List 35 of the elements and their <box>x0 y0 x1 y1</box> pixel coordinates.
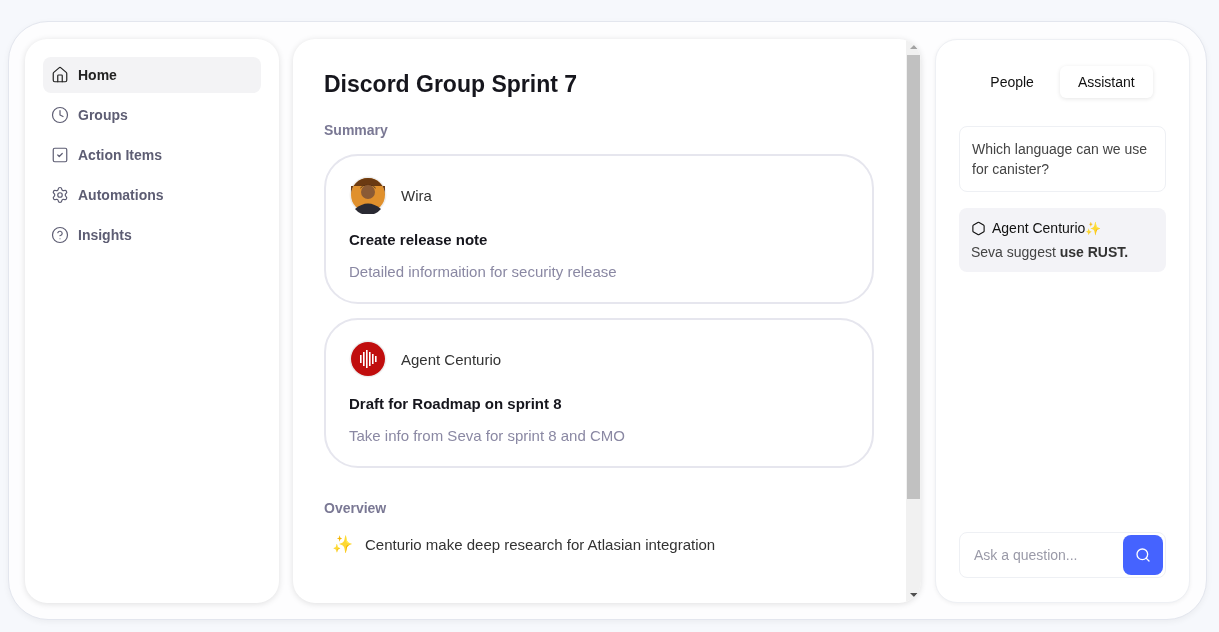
card-title: Draft for Roadmap on sprint 8 <box>349 395 563 412</box>
card-detail: Detailed informaition for security release <box>349 263 618 280</box>
search-icon <box>1135 547 1151 563</box>
sidebar-item[interactable]: Insights <box>43 217 261 253</box>
card-title: Create release note <box>349 231 489 248</box>
summary-card[interactable]: Agent Centurio Draft for Roadmap on sprint 8 Take info from Seva for sprint 8 and CMO <box>324 318 874 468</box>
summary-card[interactable]: Wira Create release note Detailed informaition for security release <box>324 154 874 304</box>
question-message: Which language can we use for canister? <box>959 126 1166 192</box>
card-detail: Take info from Seva for sprint 8 and CMO <box>349 427 626 444</box>
section-heading: Overview <box>324 500 388 516</box>
help-icon <box>51 226 69 244</box>
section-heading: Summary <box>324 122 389 138</box>
sidebar-item[interactable]: Groups <box>43 97 261 133</box>
tab[interactable]: Assistant <box>1059 66 1153 98</box>
checkbox-icon <box>51 146 69 164</box>
sidebar-item[interactable]: Automations <box>43 177 261 213</box>
settings-icon <box>51 186 69 204</box>
agent-logo-icon <box>349 340 387 378</box>
agent-name: Agent Centurio <box>992 220 1086 236</box>
sidebar-item[interactable]: Home <box>43 57 261 93</box>
hexagon-icon <box>971 220 986 236</box>
ask-bar[interactable]: Ask a question... <box>959 532 1166 578</box>
search-button[interactable] <box>1123 535 1163 575</box>
reply-text: Seva suggest use RUST. <box>971 244 1130 260</box>
sidebar-item[interactable]: Action Items <box>43 137 261 173</box>
tab[interactable]: People <box>972 66 1052 98</box>
author-name: Agent Centurio <box>401 350 502 368</box>
sparkle-icon: ✨ <box>332 534 353 555</box>
home-icon <box>51 66 69 84</box>
clock-icon <box>51 106 69 124</box>
author-name: Wira <box>401 186 432 204</box>
overview-item: Centurio make deep research for Atlasian integration <box>365 536 716 553</box>
sparkle-icon: ✨ <box>1085 220 1102 236</box>
page-title: Discord Group Sprint 7 <box>324 71 579 98</box>
scroll-bar[interactable] <box>906 39 921 603</box>
